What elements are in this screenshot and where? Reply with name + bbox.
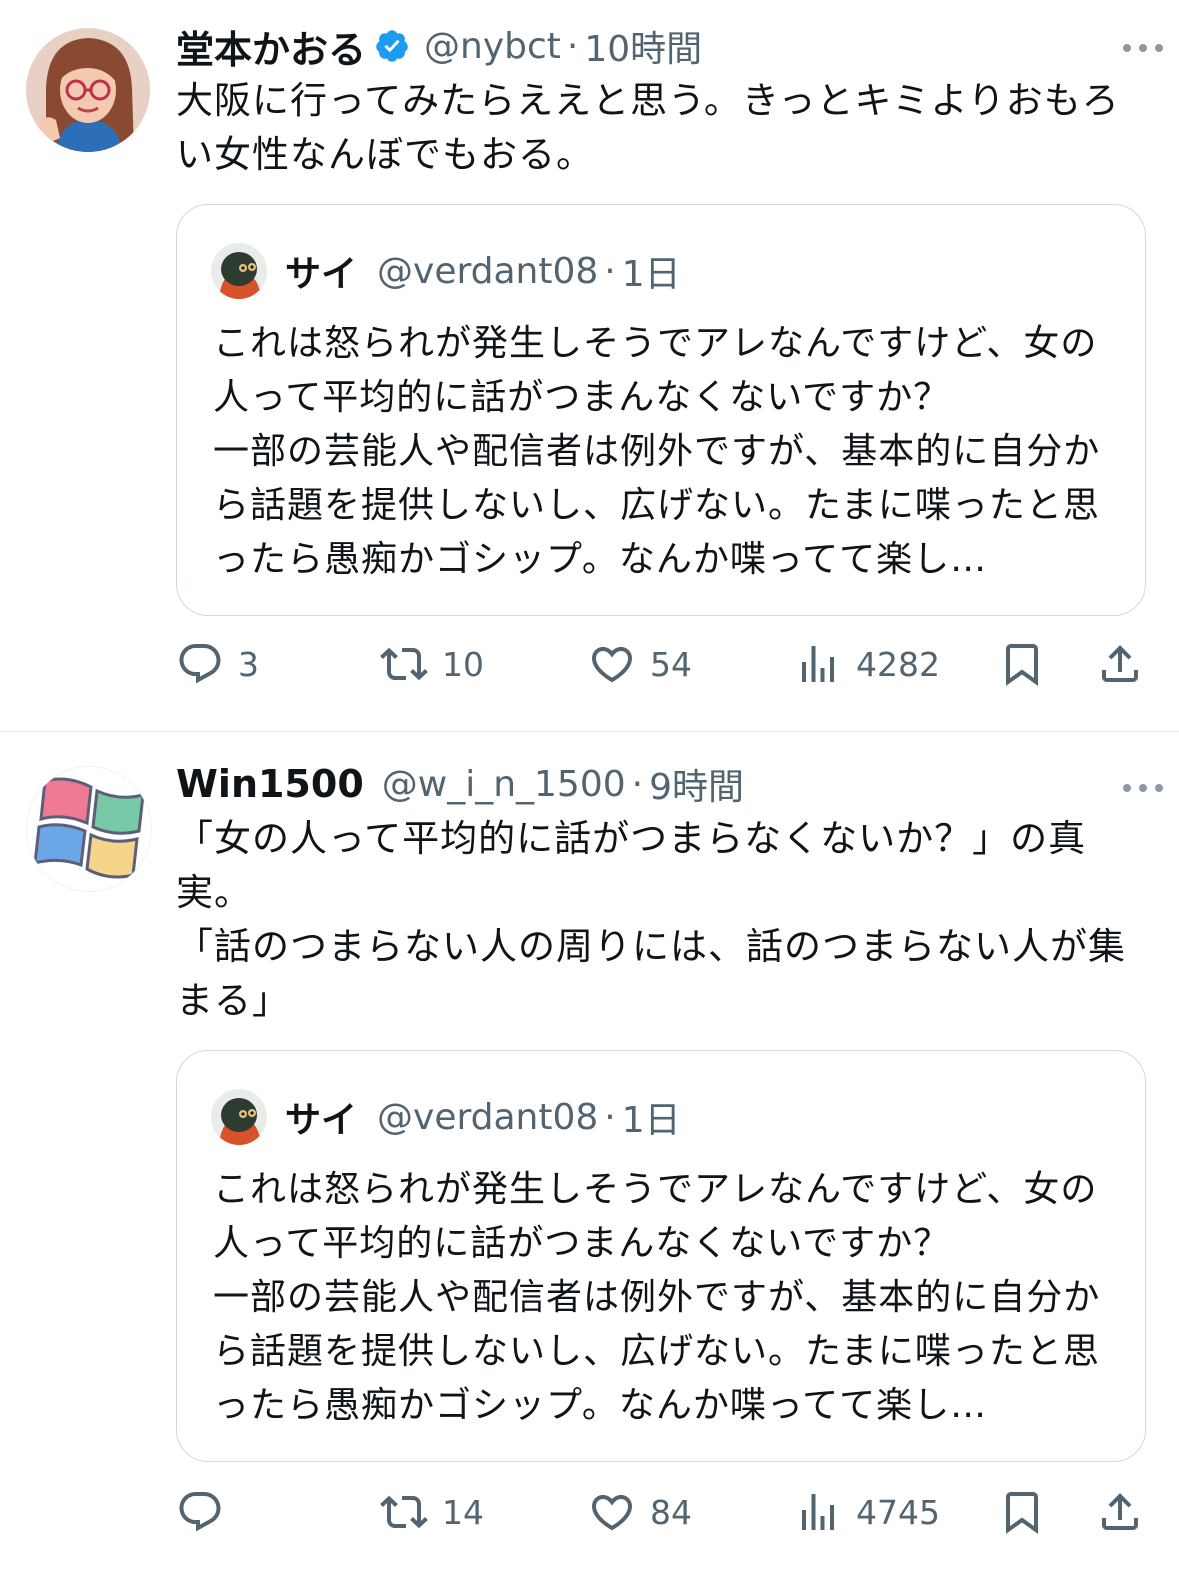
tweet-text: 大阪に行ってみたらええと思う。きっとキミよりおもろい女性なんぼでもおる。	[176, 79, 1120, 176]
repost-count: 10	[442, 644, 484, 684]
quoted-tweet-header: サイ @verdant08 · 1日	[211, 241, 681, 301]
repost-arrows-icon	[380, 1495, 428, 1529]
quoted-tweet[interactable]: サイ @verdant08 · 1日 これは怒られが発生しそうでアレなんですけど…	[176, 1050, 1146, 1462]
repost-button[interactable]: 10	[380, 634, 484, 694]
share-upload-icon	[1102, 645, 1138, 682]
avatar[interactable]	[26, 766, 152, 892]
action-bar: 3 10 54 4282	[0, 634, 1179, 694]
avatar-image	[27, 767, 151, 891]
quoted-author-handle: @verdant08	[377, 250, 599, 292]
author-name[interactable]: Win1500	[176, 762, 364, 806]
quoted-avatar	[211, 243, 267, 299]
tweet-header: Win1500 @w_i_n_1500 · 9時間	[176, 756, 1139, 812]
avatar-image	[26, 28, 150, 152]
share-upload-icon	[1102, 1493, 1138, 1530]
quoted-avatar-image	[211, 243, 267, 299]
more-dots-icon[interactable]	[1121, 36, 1165, 60]
separator-dot: ·	[604, 1096, 616, 1138]
tweet-header: 堂本かおる @nybct · 10時間	[176, 18, 1139, 74]
tweet-text: 「女の人って平均的に話がつまらなくないか？」の真実。 「話のつまらない人の周りに…	[176, 817, 1126, 1022]
bookmark-icon	[1006, 1492, 1038, 1534]
quoted-timestamp: 1日	[621, 254, 681, 295]
quoted-tweet-text: これは怒られが発生しそうでアレなんですけど、女の人って平均的に話がつまんなくない…	[213, 323, 1101, 580]
reply-button[interactable]	[176, 1482, 238, 1542]
view-count: 4282	[856, 644, 940, 684]
speech-bubble-icon	[179, 1492, 221, 1532]
reply-button[interactable]: 3	[176, 634, 259, 694]
verified-badge-icon	[376, 30, 408, 62]
tweet[interactable]: 堂本かおる @nybct · 10時間 大阪に行ってみたらええと思う。きっとキミ…	[0, 0, 1179, 730]
more-dots-icon[interactable]	[1121, 776, 1165, 800]
share-button[interactable]	[1096, 1482, 1144, 1542]
quoted-avatar-image	[211, 1089, 267, 1145]
views-button[interactable]: 4745	[794, 1482, 940, 1542]
quoted-tweet[interactable]: サイ @verdant08 · 1日 これは怒られが発生しそうでアレなんですけど…	[176, 204, 1146, 616]
action-bar: 14 84 4745	[0, 1482, 1179, 1542]
quoted-author-handle: @verdant08	[377, 1096, 599, 1138]
reply-count: 3	[238, 644, 259, 684]
views-button[interactable]: 4282	[794, 634, 940, 694]
avatar[interactable]	[26, 28, 150, 152]
heart-icon	[591, 647, 633, 683]
quoted-author-name: サイ	[285, 254, 358, 295]
timestamp[interactable]: 10時間	[584, 20, 702, 72]
bar-chart-icon	[802, 1494, 834, 1530]
like-button[interactable]: 54	[588, 634, 692, 694]
separator-dot: ·	[631, 763, 644, 805]
repost-count: 14	[442, 1492, 484, 1532]
author-handle[interactable]: @nybct	[424, 26, 561, 67]
heart-icon	[591, 1495, 633, 1531]
repost-button[interactable]: 14	[380, 1482, 484, 1542]
speech-bubble-icon	[179, 644, 221, 684]
bookmark-icon	[1006, 644, 1038, 686]
like-button[interactable]: 84	[588, 1482, 692, 1542]
author-handle[interactable]: @w_i_n_1500	[382, 764, 626, 805]
quoted-tweet-text: これは怒られが発生しそうでアレなんですけど、女の人って平均的に話がつまんなくない…	[213, 1169, 1101, 1426]
bar-chart-icon	[802, 646, 834, 682]
separator-dot: ·	[604, 250, 616, 292]
bookmark-button[interactable]	[998, 1482, 1046, 1542]
share-button[interactable]	[1096, 634, 1144, 694]
timestamp[interactable]: 9時間	[649, 758, 744, 810]
repost-arrows-icon	[380, 647, 428, 681]
tweet[interactable]: Win1500 @w_i_n_1500 · 9時間 「女の人って平均的に話がつま…	[0, 732, 1179, 1572]
bookmark-button[interactable]	[998, 634, 1046, 694]
like-count: 84	[650, 1492, 692, 1532]
quoted-author-name: サイ	[285, 1100, 358, 1141]
quoted-timestamp: 1日	[621, 1100, 681, 1141]
quoted-avatar	[211, 1089, 267, 1145]
quoted-tweet-header: サイ @verdant08 · 1日	[211, 1087, 681, 1147]
author-name[interactable]: 堂本かおる	[176, 19, 366, 74]
like-count: 54	[650, 644, 692, 684]
separator-dot: ·	[566, 25, 579, 67]
view-count: 4745	[856, 1492, 940, 1532]
